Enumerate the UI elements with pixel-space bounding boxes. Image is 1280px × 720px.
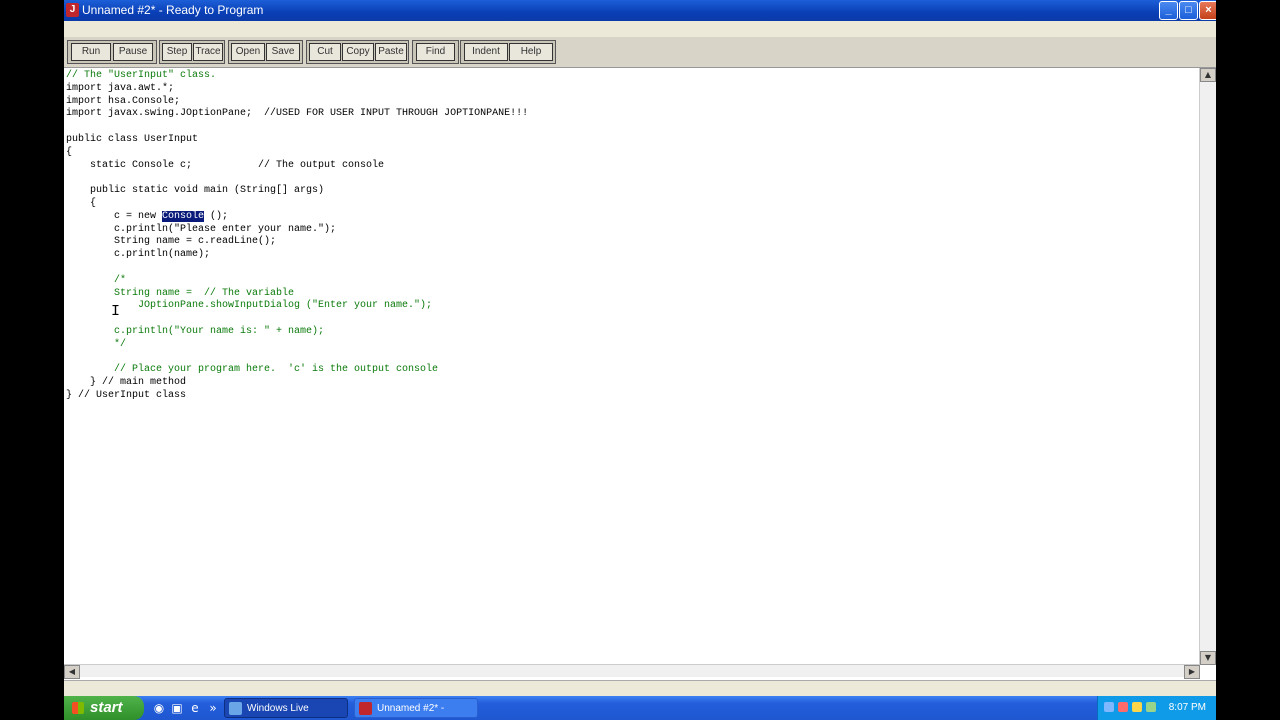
- code-editor[interactable]: // The "UserInput" class. import java.aw…: [64, 68, 1200, 665]
- scroll-left-icon[interactable]: ◀: [64, 665, 80, 679]
- indent-button[interactable]: Indent: [464, 43, 508, 61]
- ready-to-program-icon: [359, 702, 372, 715]
- show-desktop-icon[interactable]: ▣: [170, 701, 184, 715]
- messenger-icon: [229, 702, 242, 715]
- open-button[interactable]: Open: [231, 43, 265, 61]
- code-line[interactable]: c.println("Please enter your name.");: [66, 224, 336, 235]
- menu-bar: [64, 21, 1216, 37]
- title-bar[interactable]: J Unnamed #2* - Ready to Program _ □ ×: [64, 0, 1216, 21]
- security-icon[interactable]: [1118, 702, 1128, 712]
- cut-button[interactable]: Cut: [309, 43, 341, 61]
- start-label: start: [90, 699, 123, 716]
- windows-logo-icon: [72, 702, 84, 714]
- outlook-icon[interactable]: ◉: [152, 701, 166, 715]
- trace-button[interactable]: Trace: [193, 43, 223, 61]
- code-line[interactable]: c.println("Your name is: " + name);: [66, 326, 324, 337]
- volume-icon[interactable]: [1132, 702, 1142, 712]
- code-line[interactable]: public static void main (String[] args): [66, 185, 324, 196]
- code-line[interactable]: String name = c.readLine();: [66, 236, 276, 247]
- taskbar: start ◉ ▣ e » Windows Live Messen... Unn…: [64, 696, 1216, 720]
- taskbar-item-messenger[interactable]: Windows Live Messen...: [224, 698, 348, 718]
- paste-button[interactable]: Paste: [375, 43, 407, 61]
- copy-button[interactable]: Copy: [342, 43, 374, 61]
- taskbar-item-ready-to-program[interactable]: Unnamed #2* - Read...: [354, 698, 478, 718]
- internet-explorer-icon[interactable]: e: [188, 701, 202, 715]
- system-tray: 8:07 PM: [1097, 696, 1216, 720]
- code-line[interactable]: String name = // The variable: [66, 288, 294, 299]
- status-bar: [64, 680, 1216, 696]
- code-line[interactable]: JOptionPane.showInputDialog ("Enter your…: [66, 300, 432, 311]
- maximize-button[interactable]: □: [1179, 1, 1198, 20]
- code-line[interactable]: c.println(name);: [66, 249, 210, 260]
- scroll-down-icon[interactable]: ▼: [1200, 651, 1216, 665]
- code-line[interactable]: // Place your program here. 'c' is the o…: [66, 364, 438, 375]
- run-button[interactable]: Run: [71, 43, 111, 61]
- toolbar-group-find: Find: [412, 40, 459, 64]
- start-button[interactable]: start: [64, 696, 144, 720]
- toolbar-group-run: Run Pause: [67, 40, 157, 64]
- pause-button[interactable]: Pause: [113, 43, 153, 61]
- code-line[interactable]: // The "UserInput" class.: [66, 70, 216, 81]
- toolbar-group-edit: Cut Copy Paste: [306, 40, 409, 64]
- code-line[interactable]: import java.awt.*;: [66, 83, 174, 94]
- selected-text[interactable]: Console: [162, 210, 205, 222]
- code-line[interactable]: } // main method: [66, 377, 186, 388]
- step-button[interactable]: Step: [162, 43, 192, 61]
- code-line[interactable]: {: [66, 147, 72, 158]
- text-cursor-icon: I: [111, 303, 121, 320]
- toolbar-group-misc: Indent Help: [460, 40, 556, 64]
- find-button[interactable]: Find: [416, 43, 455, 61]
- clock[interactable]: 8:07 PM: [1169, 696, 1206, 720]
- help-button[interactable]: Help: [509, 43, 553, 61]
- code-line[interactable]: import javax.swing.JOptionPane; //USED F…: [66, 108, 528, 119]
- code-line[interactable]: static Console c; // The output console: [66, 160, 384, 171]
- code-line[interactable]: {: [66, 198, 96, 209]
- code-text[interactable]: // The "UserInput" class. import java.aw…: [66, 70, 528, 403]
- toolbar-group-debug: Step Trace: [159, 40, 225, 64]
- toolbar: Run Pause Step Trace Open Save Cut Copy …: [64, 37, 1216, 68]
- code-line[interactable]: } // UserInput class: [66, 390, 186, 401]
- taskbar-item-label: Windows Live Messen...: [247, 703, 309, 714]
- minimize-button[interactable]: _: [1159, 1, 1178, 20]
- network-icon[interactable]: [1104, 702, 1114, 712]
- scroll-up-icon[interactable]: ▲: [1200, 68, 1216, 82]
- code-line[interactable]: /*: [66, 275, 126, 286]
- taskbar-item-label: Unnamed #2* - Read...: [377, 703, 445, 714]
- quick-launch-overflow-icon[interactable]: »: [206, 701, 220, 715]
- ready-to-program-icon[interactable]: J: [66, 3, 79, 17]
- vertical-scrollbar[interactable]: ▲ ▼: [1199, 68, 1216, 665]
- close-button[interactable]: ×: [1199, 1, 1216, 20]
- save-button[interactable]: Save: [266, 43, 300, 61]
- code-line[interactable]: public class UserInput: [66, 134, 198, 145]
- scroll-right-icon[interactable]: ▶: [1184, 665, 1200, 679]
- code-line-selected[interactable]: c = new Console ();: [66, 210, 228, 222]
- messenger-tray-icon[interactable]: [1146, 702, 1156, 712]
- window-title: Unnamed #2* - Ready to Program: [82, 3, 264, 17]
- horizontal-scrollbar[interactable]: ◀ ▶: [64, 664, 1200, 679]
- code-line[interactable]: import hsa.Console;: [66, 96, 180, 107]
- toolbar-group-file: Open Save: [228, 40, 303, 64]
- ide-window: J Unnamed #2* - Ready to Program _ □ × R…: [64, 0, 1216, 720]
- code-line[interactable]: */: [66, 339, 126, 350]
